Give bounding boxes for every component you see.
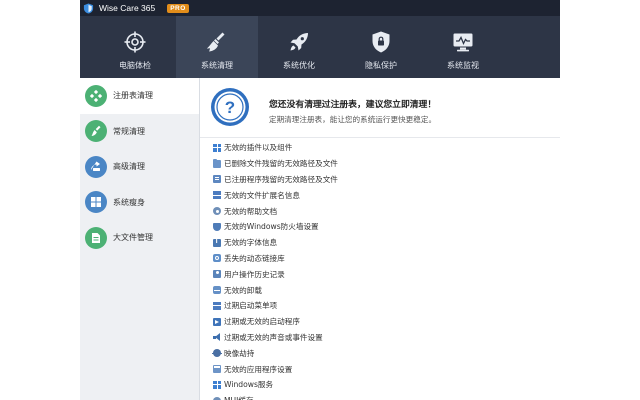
broom-icon — [207, 32, 225, 52]
sidebar-item-label: 常规清理 — [113, 126, 145, 136]
app-icon — [213, 365, 221, 374]
list-item-label: 无效的文件扩展名信息 — [224, 190, 300, 200]
main-nav: 电脑体检 系统清理 系统优化 隐私保护 系统监视 — [80, 16, 560, 78]
list-item-label: 无效的应用程序设置 — [224, 364, 293, 374]
crosshair-icon — [124, 31, 146, 53]
app-window: Wise Care 365 PRO 电脑体检 系统清理 系统优化 隐私保护 系统… — [80, 0, 560, 400]
nav-tab-label: 隐私保护 — [365, 61, 397, 70]
list-item-label: 无效的插件以及组件 — [224, 143, 293, 153]
list-item-label: 过期或无效的启动程序 — [224, 317, 300, 327]
list-item-label: 丢失的动态链接库 — [224, 253, 285, 263]
list-item-label: 已删除文件残留的无效路径及文件 — [224, 159, 338, 169]
registry-icon — [85, 84, 107, 107]
list-item-label: 无效的卸载 — [224, 285, 262, 295]
list-item-label: Windows服务 — [224, 380, 274, 390]
folder-icon — [213, 158, 221, 168]
list-item[interactable]: Windows服务 — [213, 377, 553, 393]
sidebar-item-label: 大文件管理 — [113, 233, 153, 243]
monitor-icon — [453, 33, 473, 52]
list-item-label: 过期或无效的声音或事件设置 — [224, 332, 323, 342]
list-item[interactable]: 已删除文件残留的无效路径及文件 — [213, 156, 553, 172]
advanced-clean-icon — [85, 155, 107, 178]
sidebar-item-label: 高级清理 — [113, 162, 145, 172]
gear-icon — [213, 207, 221, 216]
svg-text:?: ? — [225, 98, 235, 117]
app-title: Wise Care 365 — [99, 3, 156, 13]
list-icon — [213, 301, 221, 310]
nav-tab-optimize[interactable]: 系统优化 — [258, 16, 340, 78]
list-item[interactable]: 过期或无效的启动程序 — [213, 314, 553, 330]
list-item[interactable]: 无效的Windows防火墙设置 — [213, 219, 553, 235]
sidebar-item-common-clean[interactable]: 常规清理 — [80, 114, 199, 150]
win-icon — [213, 380, 221, 389]
list-item[interactable]: 用户操作历史记录 — [213, 266, 553, 282]
nav-tab-label: 系统监视 — [447, 61, 479, 70]
circle-icon — [213, 396, 221, 400]
nav-tab-label: 电脑体检 — [119, 61, 151, 70]
sidebar-item-label: 注册表清理 — [113, 91, 153, 101]
lock-shield-icon — [372, 31, 390, 53]
user-icon — [213, 270, 221, 279]
title-bar: Wise Care 365 PRO — [80, 0, 560, 16]
list-item-label: 用户操作历史记录 — [224, 269, 285, 279]
list-item[interactable]: MUI缓存 — [213, 393, 553, 400]
list-item[interactable]: 过期启动菜单项 — [213, 298, 553, 314]
nav-tab-label: 系统优化 — [283, 61, 315, 70]
file-manager-icon — [85, 226, 107, 249]
sidebar-item-label: 系统瘦身 — [113, 197, 145, 207]
nav-tab-checkup[interactable]: 电脑体检 — [94, 16, 176, 78]
list-item[interactable]: 丢失的动态链接库 — [213, 251, 553, 267]
banner-subtitle: 定期清理注册表，能让您的系统运行更快更稳定。 — [269, 115, 437, 124]
shield-logo-icon — [83, 2, 94, 14]
list-item[interactable]: 无效的帮助文档 — [213, 203, 553, 219]
list-item-label: 无效的Windows防火墙设置 — [224, 222, 319, 232]
pro-badge: PRO — [167, 3, 189, 13]
list-item-label: 无效的帮助文档 — [224, 206, 278, 216]
sidebar-item-large-files[interactable]: 大文件管理 — [80, 220, 199, 256]
registry-category-list: 无效的插件以及组件已删除文件残留的无效路径及文件 已注册程序残留的无效路径及文件无… — [212, 140, 553, 400]
startup-icon — [213, 317, 221, 326]
content-area: ? 您还没有清理过注册表，建议您立即清理！ 定期清理注册表，能让您的系统运行更快… — [200, 78, 560, 400]
nav-tab-monitor[interactable]: 系统监视 — [422, 16, 504, 78]
list-item-label: 已注册程序残留的无效路径及文件 — [224, 174, 338, 184]
sound-icon — [213, 333, 221, 342]
doc-icon — [213, 175, 221, 184]
list-item-label: 无效的字体信息 — [224, 238, 278, 248]
list-item-label: MUI缓存 — [224, 395, 254, 400]
nav-tab-label: 系统清理 — [201, 61, 233, 70]
nav-tab-privacy[interactable]: 隐私保护 — [340, 16, 422, 78]
font-icon — [213, 238, 221, 247]
bug-icon — [212, 349, 222, 358]
rocket-icon — [290, 33, 308, 51]
sidebar: 注册表清理 常规清理 高级清理 系统瘦身 大文件管理 — [80, 78, 200, 400]
list-item[interactable]: 无效的文件扩展名信息 — [213, 187, 553, 203]
list-item[interactable]: 过期或无效的声音或事件设置 — [213, 330, 553, 346]
pkg-icon — [213, 286, 221, 295]
list-item[interactable]: 无效的卸载 — [213, 282, 553, 298]
windows-icon — [85, 191, 107, 214]
status-banner: ? 您还没有清理过注册表，建议您立即清理！ 定期清理注册表，能让您的系统运行更快… — [200, 78, 560, 138]
list-item[interactable]: 无效的应用程序设置 — [213, 361, 553, 377]
sidebar-item-advanced-clean[interactable]: 高级清理 — [80, 149, 199, 185]
question-icon: ? — [211, 88, 249, 126]
shield-icon — [213, 222, 221, 231]
list-item[interactable]: 映像劫持 — [212, 345, 553, 361]
list-item[interactable]: 无效的字体信息 — [213, 235, 553, 251]
list-item[interactable]: 已注册程序残留的无效路径及文件 — [213, 172, 553, 188]
list-item[interactable]: 无效的插件以及组件 — [213, 140, 553, 156]
banner-title: 您还没有清理过注册表，建议您立即清理！ — [269, 100, 437, 110]
win-icon — [213, 143, 221, 152]
list-icon — [213, 191, 221, 200]
list-item-label: 过期启动菜单项 — [224, 301, 278, 311]
sidebar-item-registry-clean[interactable]: 注册表清理 — [80, 78, 199, 114]
link-icon — [213, 254, 221, 263]
sidebar-item-system-slim[interactable]: 系统瘦身 — [80, 185, 199, 221]
list-item-label: 映像劫持 — [224, 348, 255, 358]
nav-tab-system-clean[interactable]: 系统清理 — [176, 16, 258, 78]
broom-icon — [85, 120, 107, 143]
